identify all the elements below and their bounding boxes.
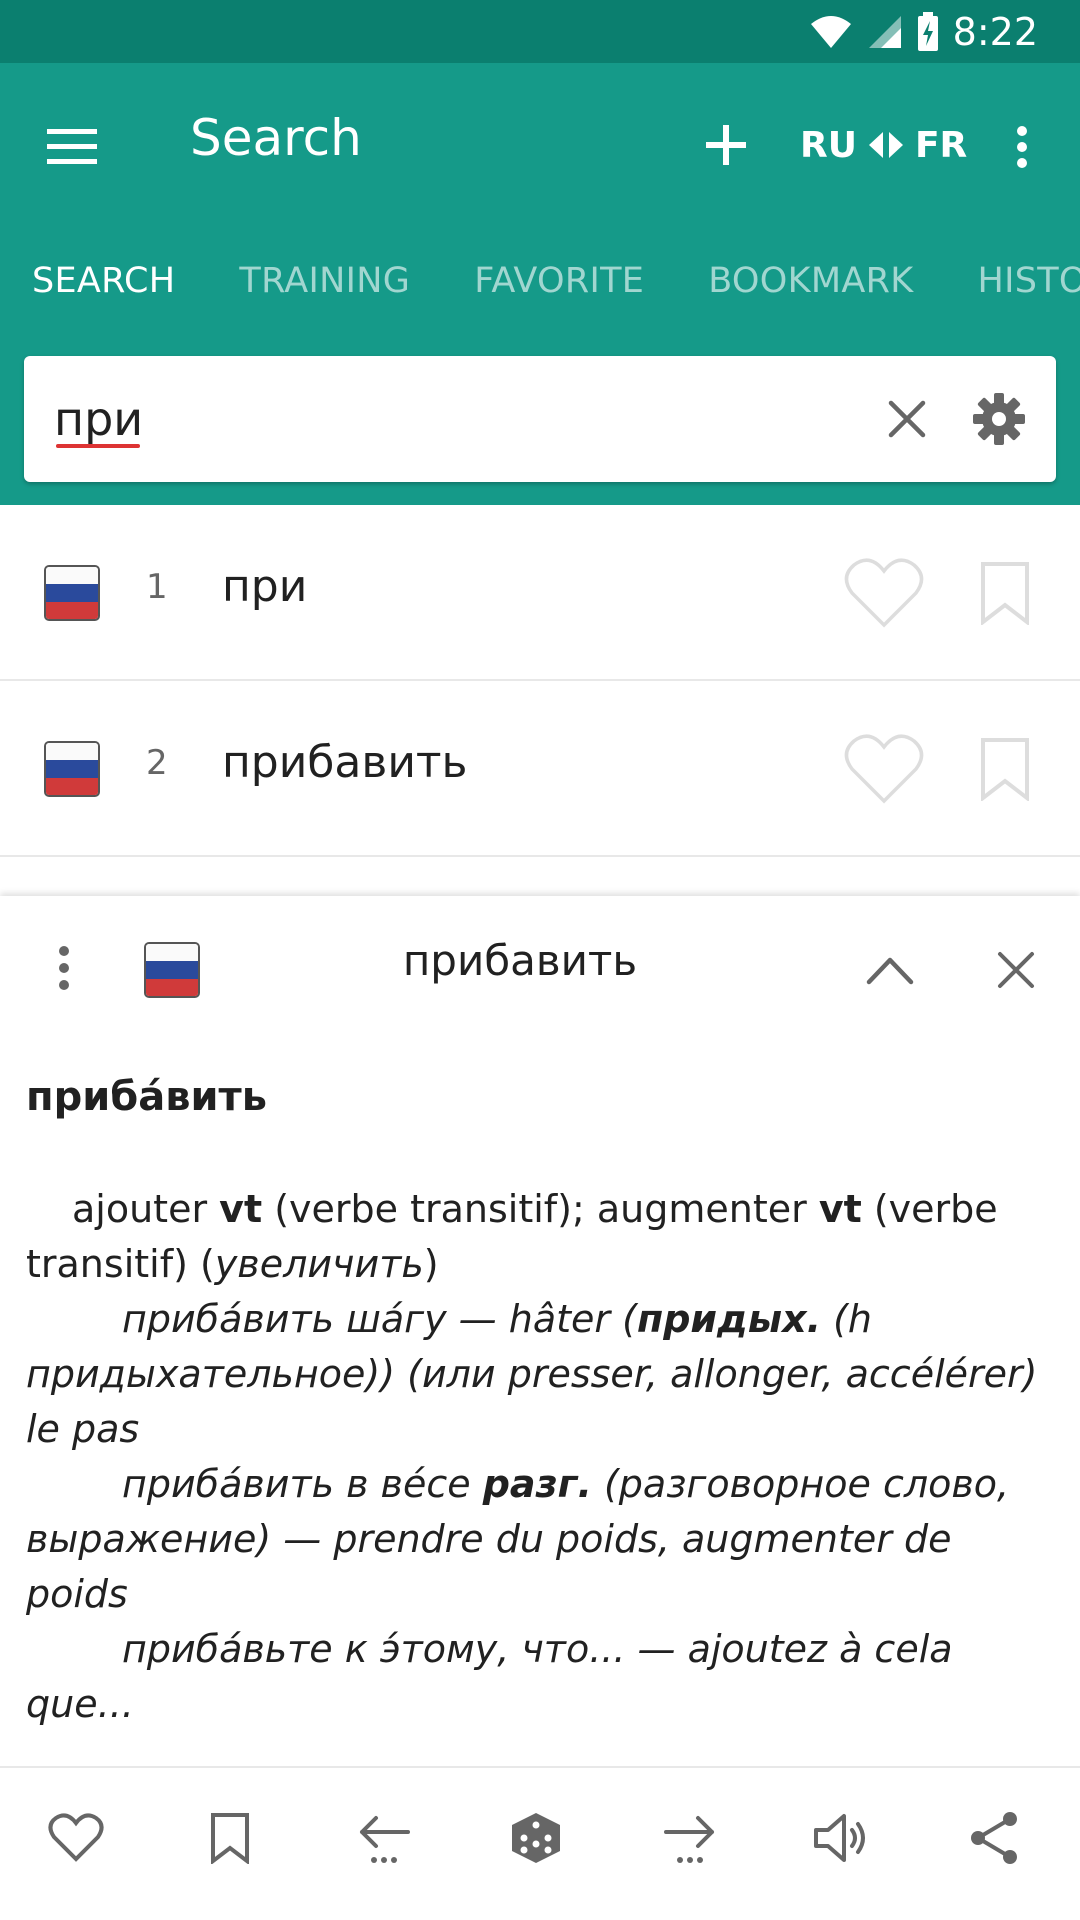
bookmark-button[interactable] [970, 729, 1040, 809]
headword: прибáвить [26, 1074, 268, 1120]
menu-icon [47, 129, 97, 165]
heart-outline-icon [48, 1813, 104, 1863]
result-number: 1 [146, 567, 168, 607]
spellcheck-underline [56, 444, 140, 448]
favorite-button[interactable] [38, 1798, 114, 1878]
example: прибáвьте к э́тому, что... — ajoutez à c… [26, 1627, 953, 1726]
random-entry-button[interactable] [498, 1798, 574, 1878]
app-bar: Search RU FR SEARCH TRAINING FAVORITE BO… [0, 63, 1080, 335]
tab-search[interactable]: SEARCH [0, 235, 207, 335]
wifi-icon [809, 14, 853, 50]
favorite-button[interactable] [842, 731, 926, 807]
tab-history[interactable]: HISTORY [946, 235, 1080, 335]
results-list: 1 при 2 прибавить [0, 505, 1080, 857]
language-switch-button[interactable]: RU FR [800, 115, 967, 175]
bookmark-outline-icon [980, 737, 1030, 801]
close-icon [997, 951, 1035, 989]
share-button[interactable] [956, 1798, 1032, 1878]
status-bar: 8:22 [0, 0, 1080, 63]
speaker-icon [812, 1810, 872, 1866]
pronounce-button[interactable] [804, 1798, 880, 1878]
bookmark-button[interactable] [970, 553, 1040, 633]
chevron-up-icon [866, 955, 914, 985]
status-icons: 8:22 [809, 10, 1038, 54]
arrow-left-icon [356, 1810, 412, 1866]
example: прибáвить шáгу — hâter (придых. (h приды… [26, 1297, 1038, 1451]
bookmark-outline-icon [210, 1812, 250, 1864]
favorite-button[interactable] [842, 555, 926, 631]
more-vert-icon [58, 945, 70, 991]
next-entry-button[interactable] [652, 1798, 728, 1878]
detail-title: прибавить [402, 936, 638, 985]
definition: ajouter vt (verbe transitif); augmenter … [26, 1187, 998, 1286]
lang-from: RU [800, 124, 857, 166]
bookmark-outline-icon [980, 561, 1030, 625]
russian-flag-icon [44, 565, 100, 621]
page-title: Search [190, 109, 362, 167]
detail-panel: прибавить прибáвить ajouter vt (verbe tr… [0, 896, 1080, 1766]
status-time: 8:22 [952, 10, 1038, 54]
tab-training[interactable]: TRAINING [207, 235, 442, 335]
search-settings-button[interactable] [964, 384, 1034, 454]
overflow-menu-button[interactable] [1000, 111, 1044, 183]
list-item[interactable]: 1 при [0, 505, 1080, 681]
detail-menu-button[interactable] [42, 938, 86, 998]
russian-flag-icon [144, 942, 200, 998]
tab-bookmark[interactable]: BOOKMARK [676, 235, 945, 335]
search-box [24, 356, 1056, 482]
heart-outline-icon [844, 733, 924, 805]
more-vert-icon [1016, 125, 1028, 169]
bottom-toolbar [0, 1766, 1080, 1920]
swap-arrows-icon [867, 130, 905, 160]
previous-entry-button[interactable] [346, 1798, 422, 1878]
tab-bar: SEARCH TRAINING FAVORITE BOOKMARK HISTOR… [0, 235, 1080, 335]
gear-icon [972, 392, 1026, 446]
result-word: при [222, 561, 308, 612]
result-number: 2 [146, 743, 168, 783]
add-button[interactable] [694, 105, 758, 185]
plus-icon [706, 125, 746, 165]
bookmark-button[interactable] [192, 1798, 268, 1878]
example: прибáвить в вéсе разг. (разговорное слов… [26, 1462, 1010, 1616]
close-detail-button[interactable] [986, 940, 1046, 1000]
clear-search-button[interactable] [874, 386, 940, 452]
search-input[interactable] [54, 384, 814, 454]
russian-flag-icon [44, 741, 100, 797]
signal-icon [867, 14, 903, 50]
heart-outline-icon [844, 557, 924, 629]
tab-favorite[interactable]: FAVORITE [442, 235, 676, 335]
battery-charging-icon [917, 12, 939, 52]
result-word: прибавить [222, 737, 468, 788]
close-icon [888, 400, 926, 438]
list-item[interactable]: 2 прибавить [0, 681, 1080, 857]
dictionary-entry: прибáвить ajouter vt (verbe transitif); … [26, 1074, 1056, 1732]
dice-icon [508, 1810, 564, 1866]
collapse-button[interactable] [860, 940, 920, 1000]
menu-button[interactable] [40, 115, 104, 179]
share-icon [968, 1810, 1020, 1866]
lang-to: FR [914, 124, 968, 166]
arrow-right-icon [662, 1810, 718, 1866]
